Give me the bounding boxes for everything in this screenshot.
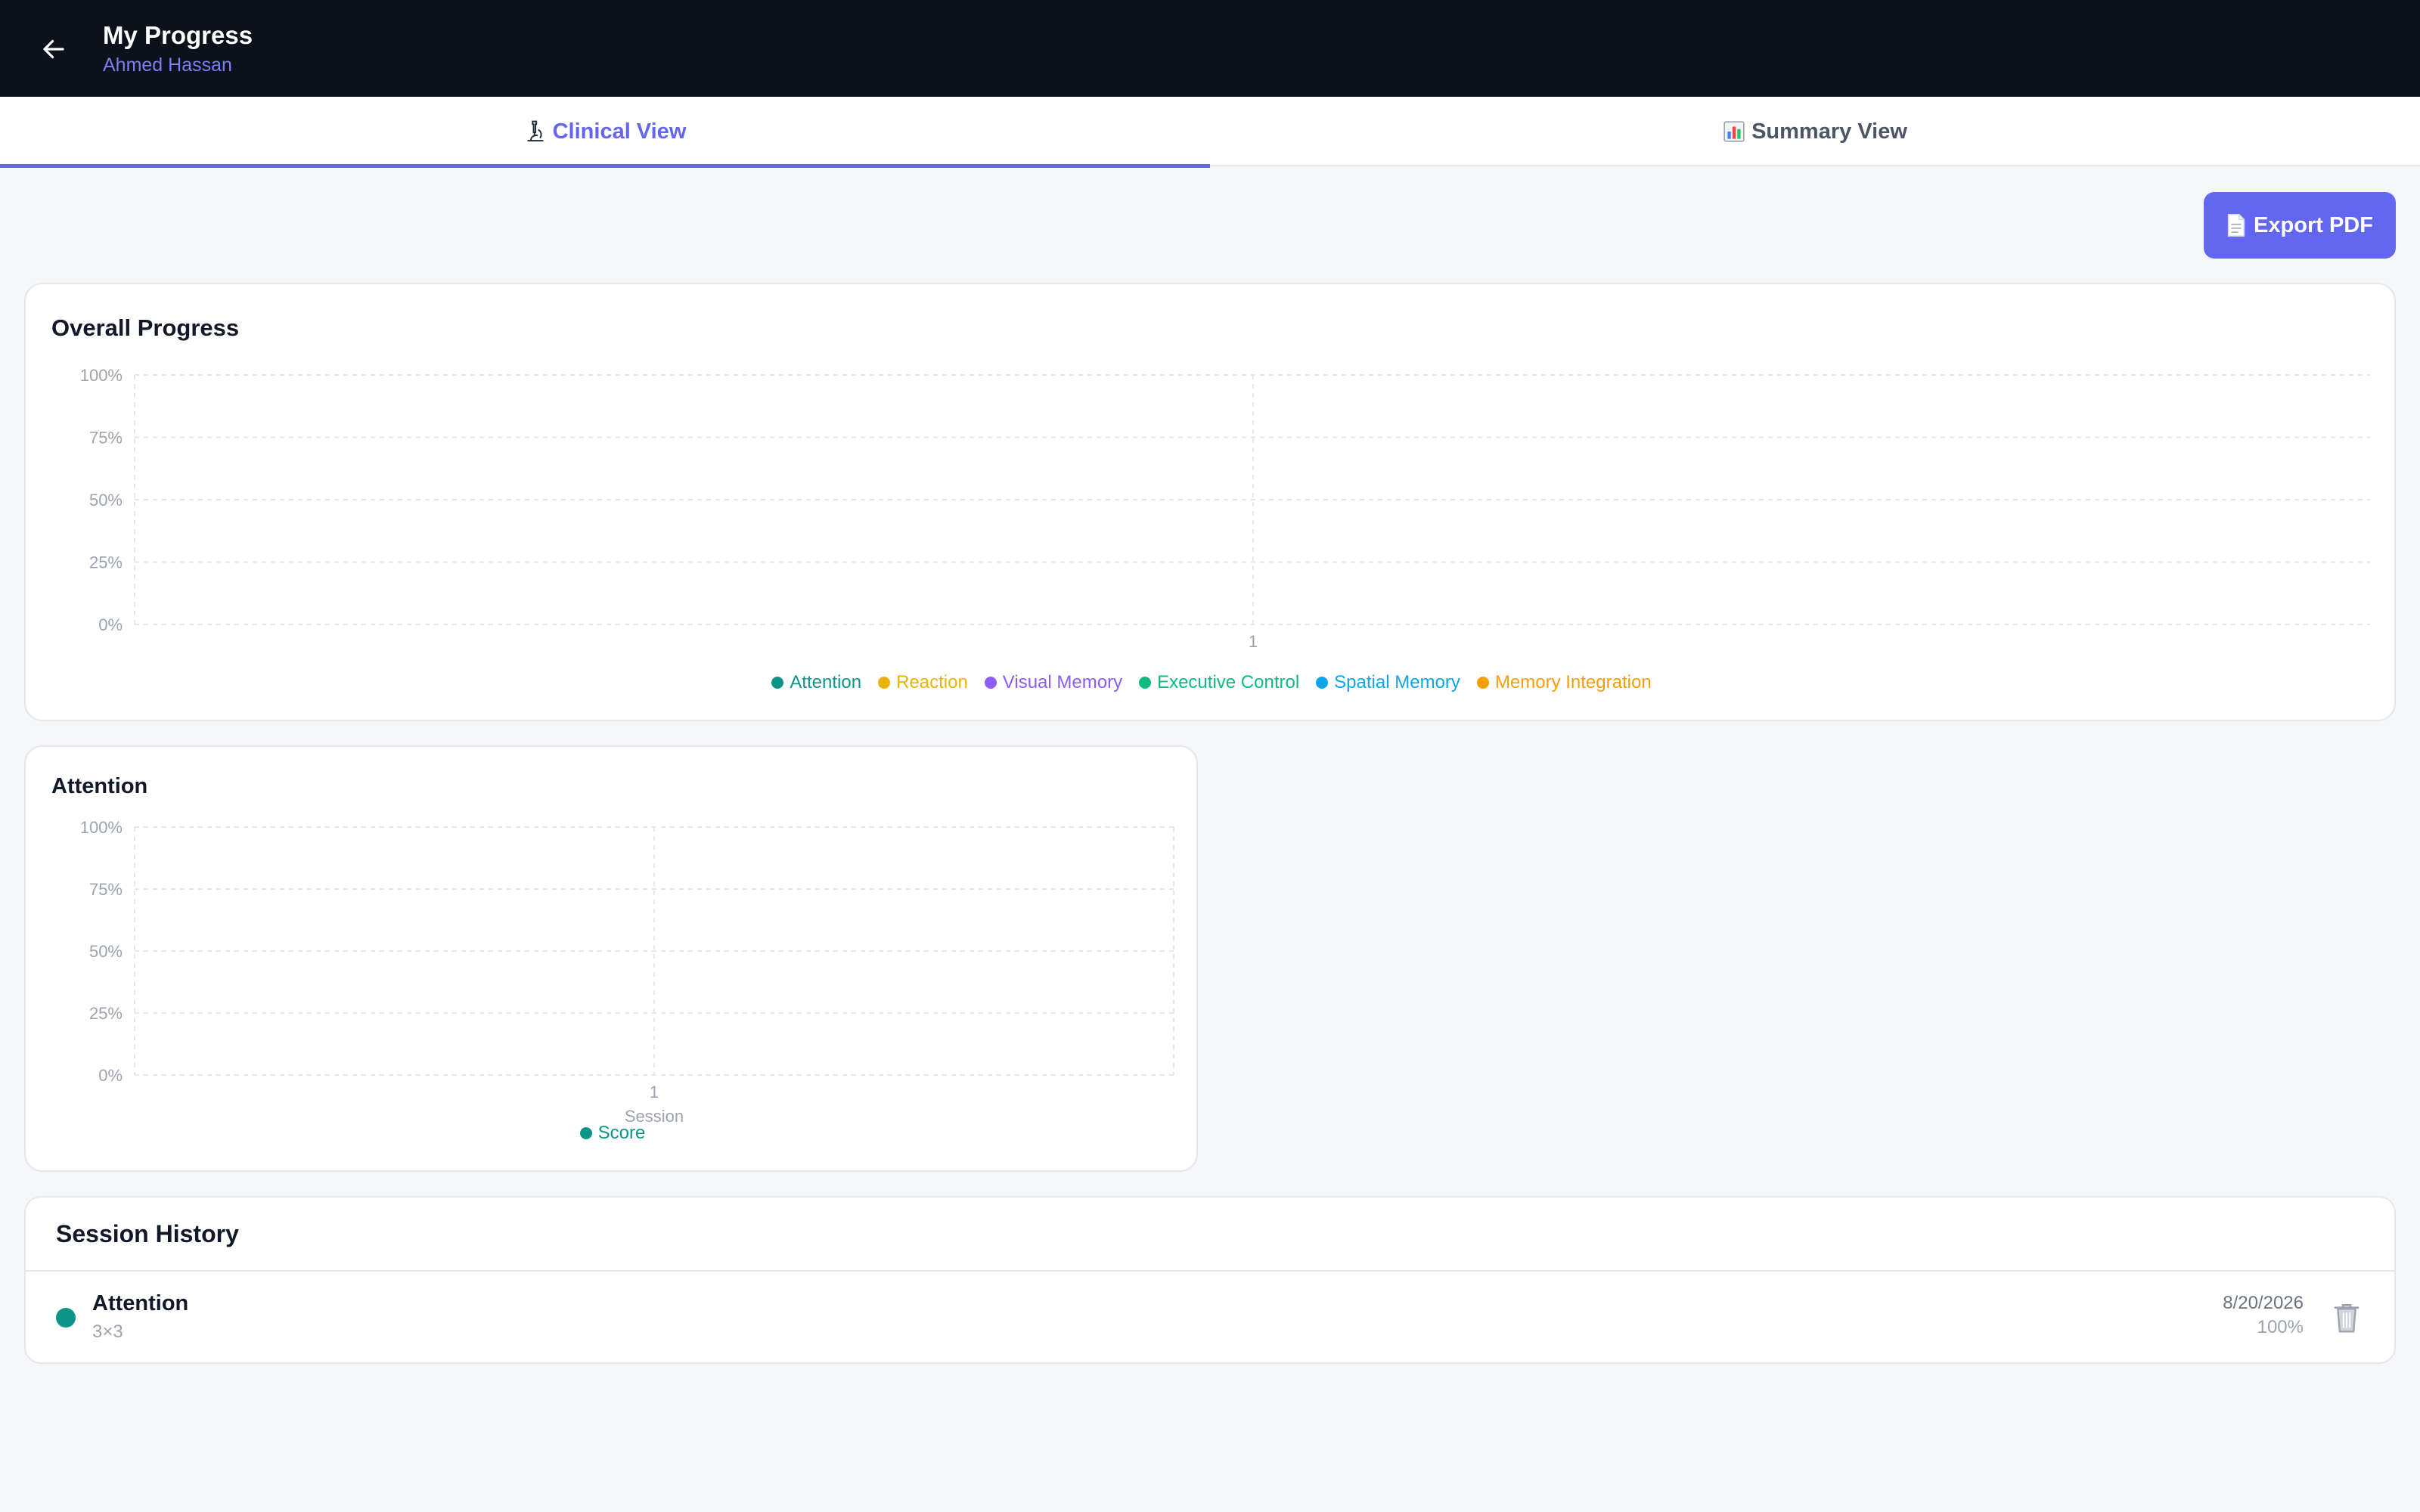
session-date: 8/20/2026 [2223, 1293, 2304, 1313]
legend-item[interactable]: Score [579, 1123, 646, 1144]
status-dot [56, 1308, 76, 1328]
legend-item[interactable]: Reaction [878, 672, 968, 693]
legend-label: Score [597, 1123, 646, 1143]
legend-label: Attention [790, 672, 862, 692]
legend-label: Visual Memory [1002, 672, 1123, 692]
attention-card: Attention 100% 75% 50% 25% 0% 1 Session Score [24, 745, 1198, 1172]
tab-clinical-view[interactable]: Clinical View [0, 97, 1210, 168]
session-history-header: Session History [26, 1198, 2394, 1272]
y-tick-label: 50% [89, 942, 123, 961]
y-tick-label: 50% [89, 491, 123, 510]
overall-progress-chart: 100%75%50%25%0%1Session [80, 366, 2370, 647]
view-tabs: Clinical View Summary View [0, 97, 2420, 168]
session-score: 100% [2257, 1317, 2304, 1337]
bar-chart-icon [1723, 121, 1745, 142]
back-button[interactable] [35, 32, 73, 67]
y-tick-label: 100% [80, 818, 123, 837]
y-tick-label: 75% [89, 880, 123, 899]
y-tick-label: 100% [80, 366, 123, 385]
session-row[interactable]: Attention 3×3 8/20/2026 100% [26, 1272, 2394, 1362]
attention-legend: Score [26, 1120, 1199, 1146]
tab-summary-view-label: Summary View [1751, 119, 1907, 144]
legend-label: Spatial Memory [1334, 672, 1460, 692]
legend-dot [579, 1127, 592, 1139]
legend-item[interactable]: Visual Memory [984, 672, 1123, 693]
tab-clinical-view-label: Clinical View [552, 119, 687, 144]
y-tick-label: 0% [98, 1066, 123, 1085]
page-title: My Progress [103, 21, 253, 49]
y-tick-label: 25% [89, 1004, 123, 1023]
legend-label: Memory Integration [1494, 672, 1652, 692]
y-tick-label: 25% [89, 553, 123, 572]
legend-dot [878, 677, 891, 689]
session-name: Attention [92, 1291, 189, 1315]
legend-item[interactable]: Spatial Memory [1316, 672, 1460, 693]
x-tick-label: 1 [650, 1083, 659, 1101]
legend-dot [771, 677, 784, 689]
export-pdf-button[interactable]: Export PDF [2204, 192, 2396, 259]
attention-chart: 100%75%50%25%0%1Session [80, 818, 1174, 1125]
session-grid-size: 3×3 [92, 1321, 123, 1342]
legend-dot [1476, 677, 1489, 689]
y-tick-label: 0% [98, 615, 123, 634]
x-tick-label: 1 [1249, 632, 1258, 647]
overall-progress-legend: Attention Reaction Visual Memory Executive … [26, 670, 2397, 696]
top-bar: My Progress Ahmed Hassan [0, 0, 2420, 97]
export-pdf-label: Export PDF [2254, 212, 2373, 237]
user-name: Ahmed Hassan [103, 54, 232, 76]
session-history-title: Session History [56, 1220, 239, 1247]
session-history-card: Session History Attention 3×3 8/20/2026 … [24, 1196, 2396, 1364]
legend-item[interactable]: Executive Control [1139, 672, 1299, 693]
y-tick-label: 75% [89, 429, 123, 448]
document-icon [2227, 213, 2245, 237]
microscope-icon [526, 120, 544, 142]
legend-item[interactable]: Attention [771, 672, 861, 693]
legend-dot [1316, 677, 1329, 689]
legend-dot [984, 677, 997, 689]
legend-label: Executive Control [1157, 672, 1300, 692]
legend-label: Reaction [896, 672, 968, 692]
tab-summary-view[interactable]: Summary View [1210, 97, 2420, 166]
overall-progress-card: Overall Progress 100%75%50%25%0%1Session… [24, 283, 2396, 721]
arrow-left-icon [43, 39, 64, 59]
legend-dot [1139, 677, 1152, 689]
trash-icon [2334, 1304, 2360, 1333]
delete-session-button[interactable] [2329, 1299, 2364, 1337]
legend-item[interactable]: Memory Integration [1476, 672, 1652, 693]
